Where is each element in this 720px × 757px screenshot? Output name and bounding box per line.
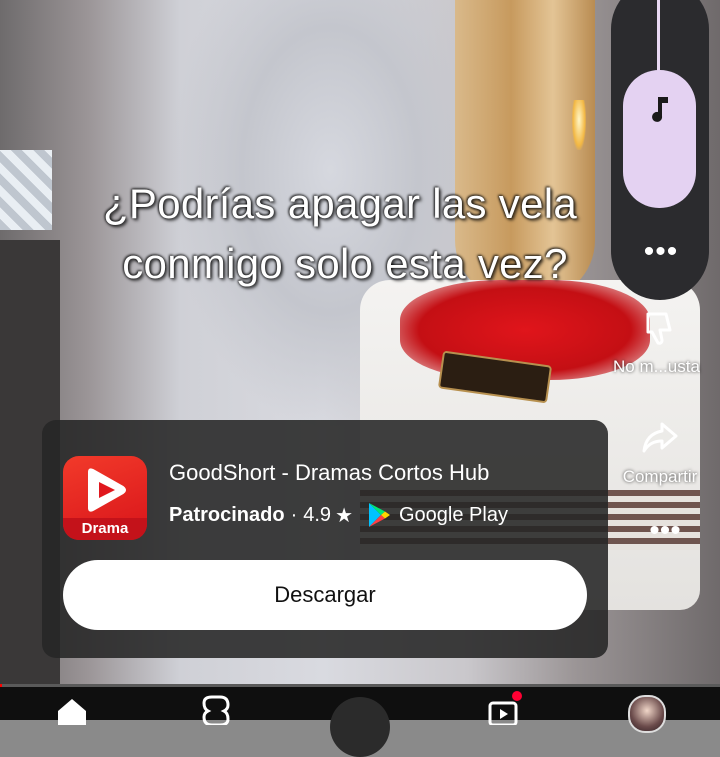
sponsored-label: Patrocinado (169, 503, 285, 526)
star-icon: ★ (335, 504, 353, 527)
sponsored-ad-card[interactable]: Drama GoodShort - Dramas Cortos Hub Patr… (42, 420, 608, 658)
google-play-icon (369, 503, 390, 527)
app-icon[interactable]: Drama (63, 456, 147, 540)
share-button[interactable]: Compartir (600, 418, 720, 487)
share-label: Compartir (622, 467, 698, 486)
download-button[interactable]: Descargar (63, 560, 587, 630)
store-name: Google Play (399, 503, 508, 526)
create-button[interactable] (330, 697, 390, 757)
thumbs-down-icon (646, 312, 672, 345)
share-arrow-icon (642, 422, 678, 453)
meta-separator: · (290, 503, 298, 526)
home-icon[interactable] (54, 695, 90, 725)
music-note-icon (651, 97, 668, 122)
more-horizontal-icon[interactable]: ••• (641, 237, 681, 270)
sound-button[interactable] (623, 70, 696, 208)
more-options-icon[interactable]: ••• (643, 516, 687, 548)
app-icon-label: Drama (63, 518, 147, 540)
subscriptions-icon[interactable] (486, 691, 522, 727)
dislike-label: No m...usta (613, 357, 700, 376)
subtitle-line-2: conmigo solo esta vez? (122, 240, 568, 287)
bottom-navigation (0, 687, 720, 757)
notification-badge (512, 691, 522, 701)
candle-flame (572, 100, 586, 150)
subtitle-line-1: ¿Podrías apagar las vela (102, 180, 578, 227)
ad-meta-row: Patrocinado · 4.9 ★ Google Play (169, 500, 508, 530)
shorts-icon[interactable] (198, 695, 234, 725)
play-icon (88, 468, 126, 512)
rating-value: 4.9 (303, 503, 332, 526)
dislike-button[interactable]: No m...usta (600, 308, 720, 377)
avatar[interactable] (628, 695, 666, 733)
app-name[interactable]: GoodShort - Dramas Cortos Hub (169, 460, 489, 486)
sound-panel-track (657, 0, 660, 75)
